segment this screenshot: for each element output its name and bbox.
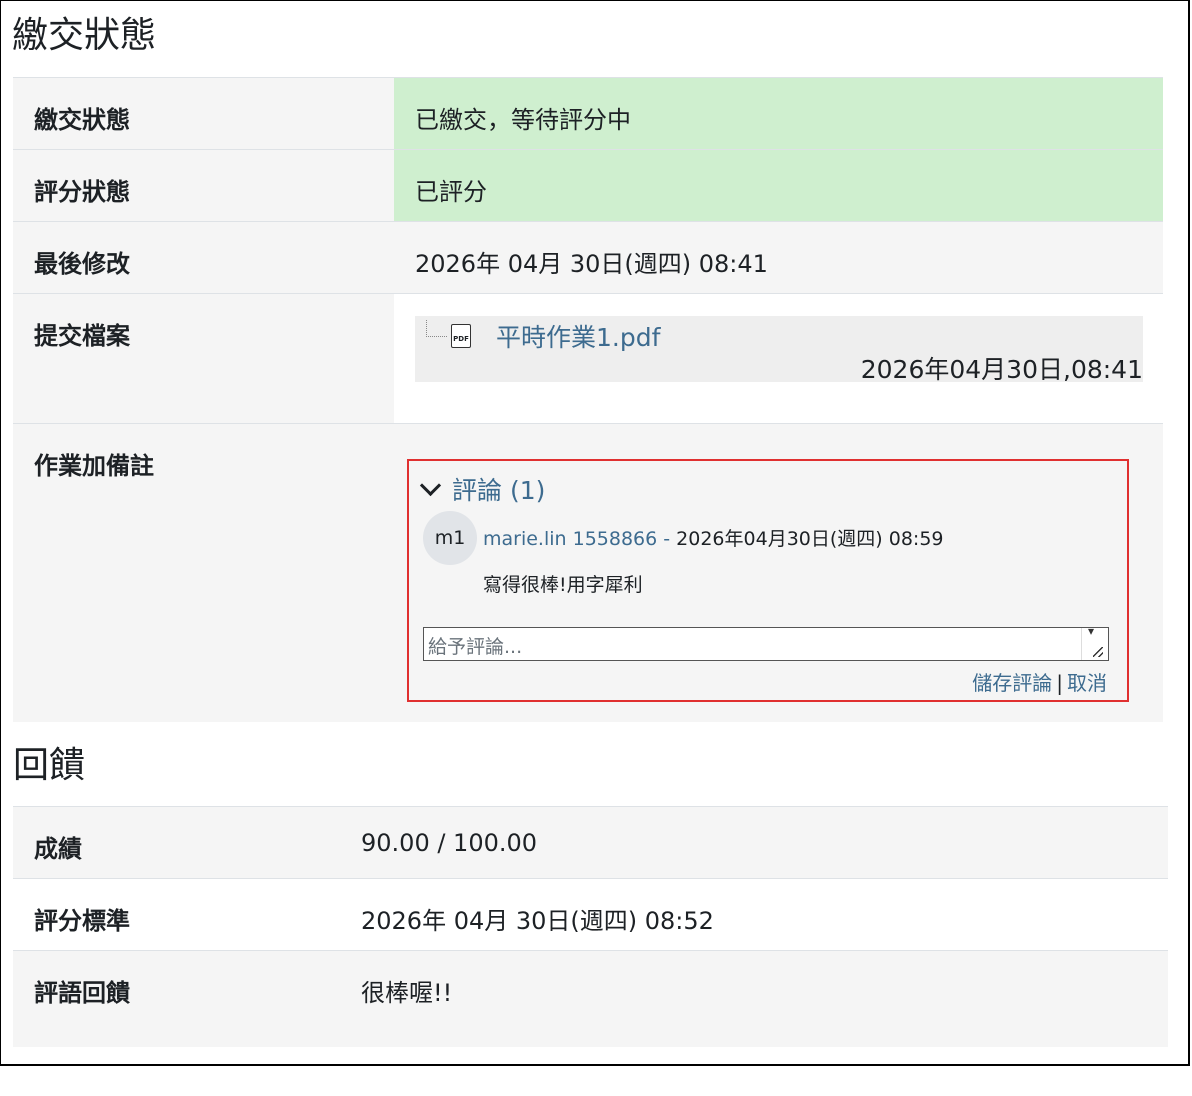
graded-on-value: 2026年 04月 30日(週四) 08:52 [340, 878, 1168, 951]
file-tree: PDF 平時作業1.pdf 2026年04月30日,08:41 [415, 316, 1143, 384]
comment-author[interactable]: marie.lin 1558866 [483, 528, 657, 550]
submission-status-heading: 繳交狀態 [12, 15, 157, 56]
comments-panel: 評論 (1) m1 marie.lin 1558866 - 2026年04月30… [407, 459, 1129, 702]
graded-on-row: 評分標準 2026年 04月 30日(週四) 08:52 [13, 878, 1168, 951]
feedback-comment-label: 評語回饋 [13, 950, 340, 1047]
grade-row: 成績 90.00 / 100.00 [13, 806, 1168, 879]
status-label: 繳交狀態 [13, 77, 394, 150]
resize-handle-icon[interactable] [1081, 624, 1106, 660]
feedback-comment-value: 很棒喔!! [340, 950, 1168, 1047]
submission-comments-row: 作業加備註 評論 (1) m1 marie.lin 1558866 - 2026… [13, 423, 1163, 722]
last-modified-row: 最後修改 2026年 04月 30日(週四) 08:41 [13, 221, 1163, 294]
comment-text: 寫得很棒!用字犀利 [483, 574, 643, 596]
submission-comments-cell: 評論 (1) m1 marie.lin 1558866 - 2026年04月30… [394, 423, 1163, 722]
pdf-icon: PDF [451, 324, 471, 348]
graded-on-label: 評分標準 [13, 878, 340, 951]
grading-status-value: 已評分 [394, 149, 1163, 222]
status-value: 已繳交，等待評分中 [394, 77, 1163, 150]
feedback-heading: 回饋 [13, 745, 86, 786]
comments-toggle[interactable]: 評論 (1) [417, 471, 545, 507]
file-submissions-row: 提交檔案 PDF 平時作業1.pdf 2026年04月30日,08:41 [13, 293, 1163, 424]
comments-toggle-label: 評論 (1) [452, 476, 546, 505]
grade-label: 成績 [13, 806, 340, 879]
submission-comments-label: 作業加備註 [13, 423, 394, 722]
comment-date: 2026年04月30日(週四) 08:59 [676, 528, 944, 550]
submission-status-table: 繳交狀態 已繳交，等待評分中 評分狀態 已評分 最後修改 2026年 04月 3… [13, 77, 1163, 722]
chevron-down-icon [419, 474, 442, 497]
file-submissions-label: 提交檔案 [13, 293, 394, 424]
grade-value: 90.00 / 100.00 [340, 806, 1168, 879]
grading-status-label: 評分狀態 [13, 149, 394, 222]
tree-connector [426, 320, 447, 337]
feedback-table: 成績 90.00 / 100.00 評分標準 2026年 04月 30日(週四)… [13, 806, 1168, 1047]
comment-actions: 儲存評論 | 取消 [972, 667, 1107, 696]
status-row: 繳交狀態 已繳交，等待評分中 [13, 77, 1163, 150]
comment-meta: marie.lin 1558866 - 2026年04月30日(週四) 08:5… [483, 524, 944, 551]
avatar: m1 [423, 511, 477, 565]
cancel-comment-link[interactable]: 取消 [1067, 671, 1107, 695]
file-submissions-cell: PDF 平時作業1.pdf 2026年04月30日,08:41 [394, 293, 1163, 424]
feedback-comment-row: 評語回饋 很棒喔!! [13, 950, 1168, 1047]
last-modified-value: 2026年 04月 30日(週四) 08:41 [394, 221, 1163, 294]
comment-separator: - [657, 528, 677, 550]
last-modified-label: 最後修改 [13, 221, 394, 294]
grading-status-row: 評分狀態 已評分 [13, 149, 1163, 222]
file-link[interactable]: 平時作業1.pdf [496, 318, 660, 354]
save-comment-link[interactable]: 儲存評論 [972, 671, 1052, 695]
comment-input[interactable]: 給予評論... [423, 624, 1109, 661]
file-date: 2026年04月30日,08:41 [860, 355, 1143, 384]
action-divider: | [1056, 671, 1063, 695]
comment-input-placeholder: 給予評論... [428, 636, 523, 658]
